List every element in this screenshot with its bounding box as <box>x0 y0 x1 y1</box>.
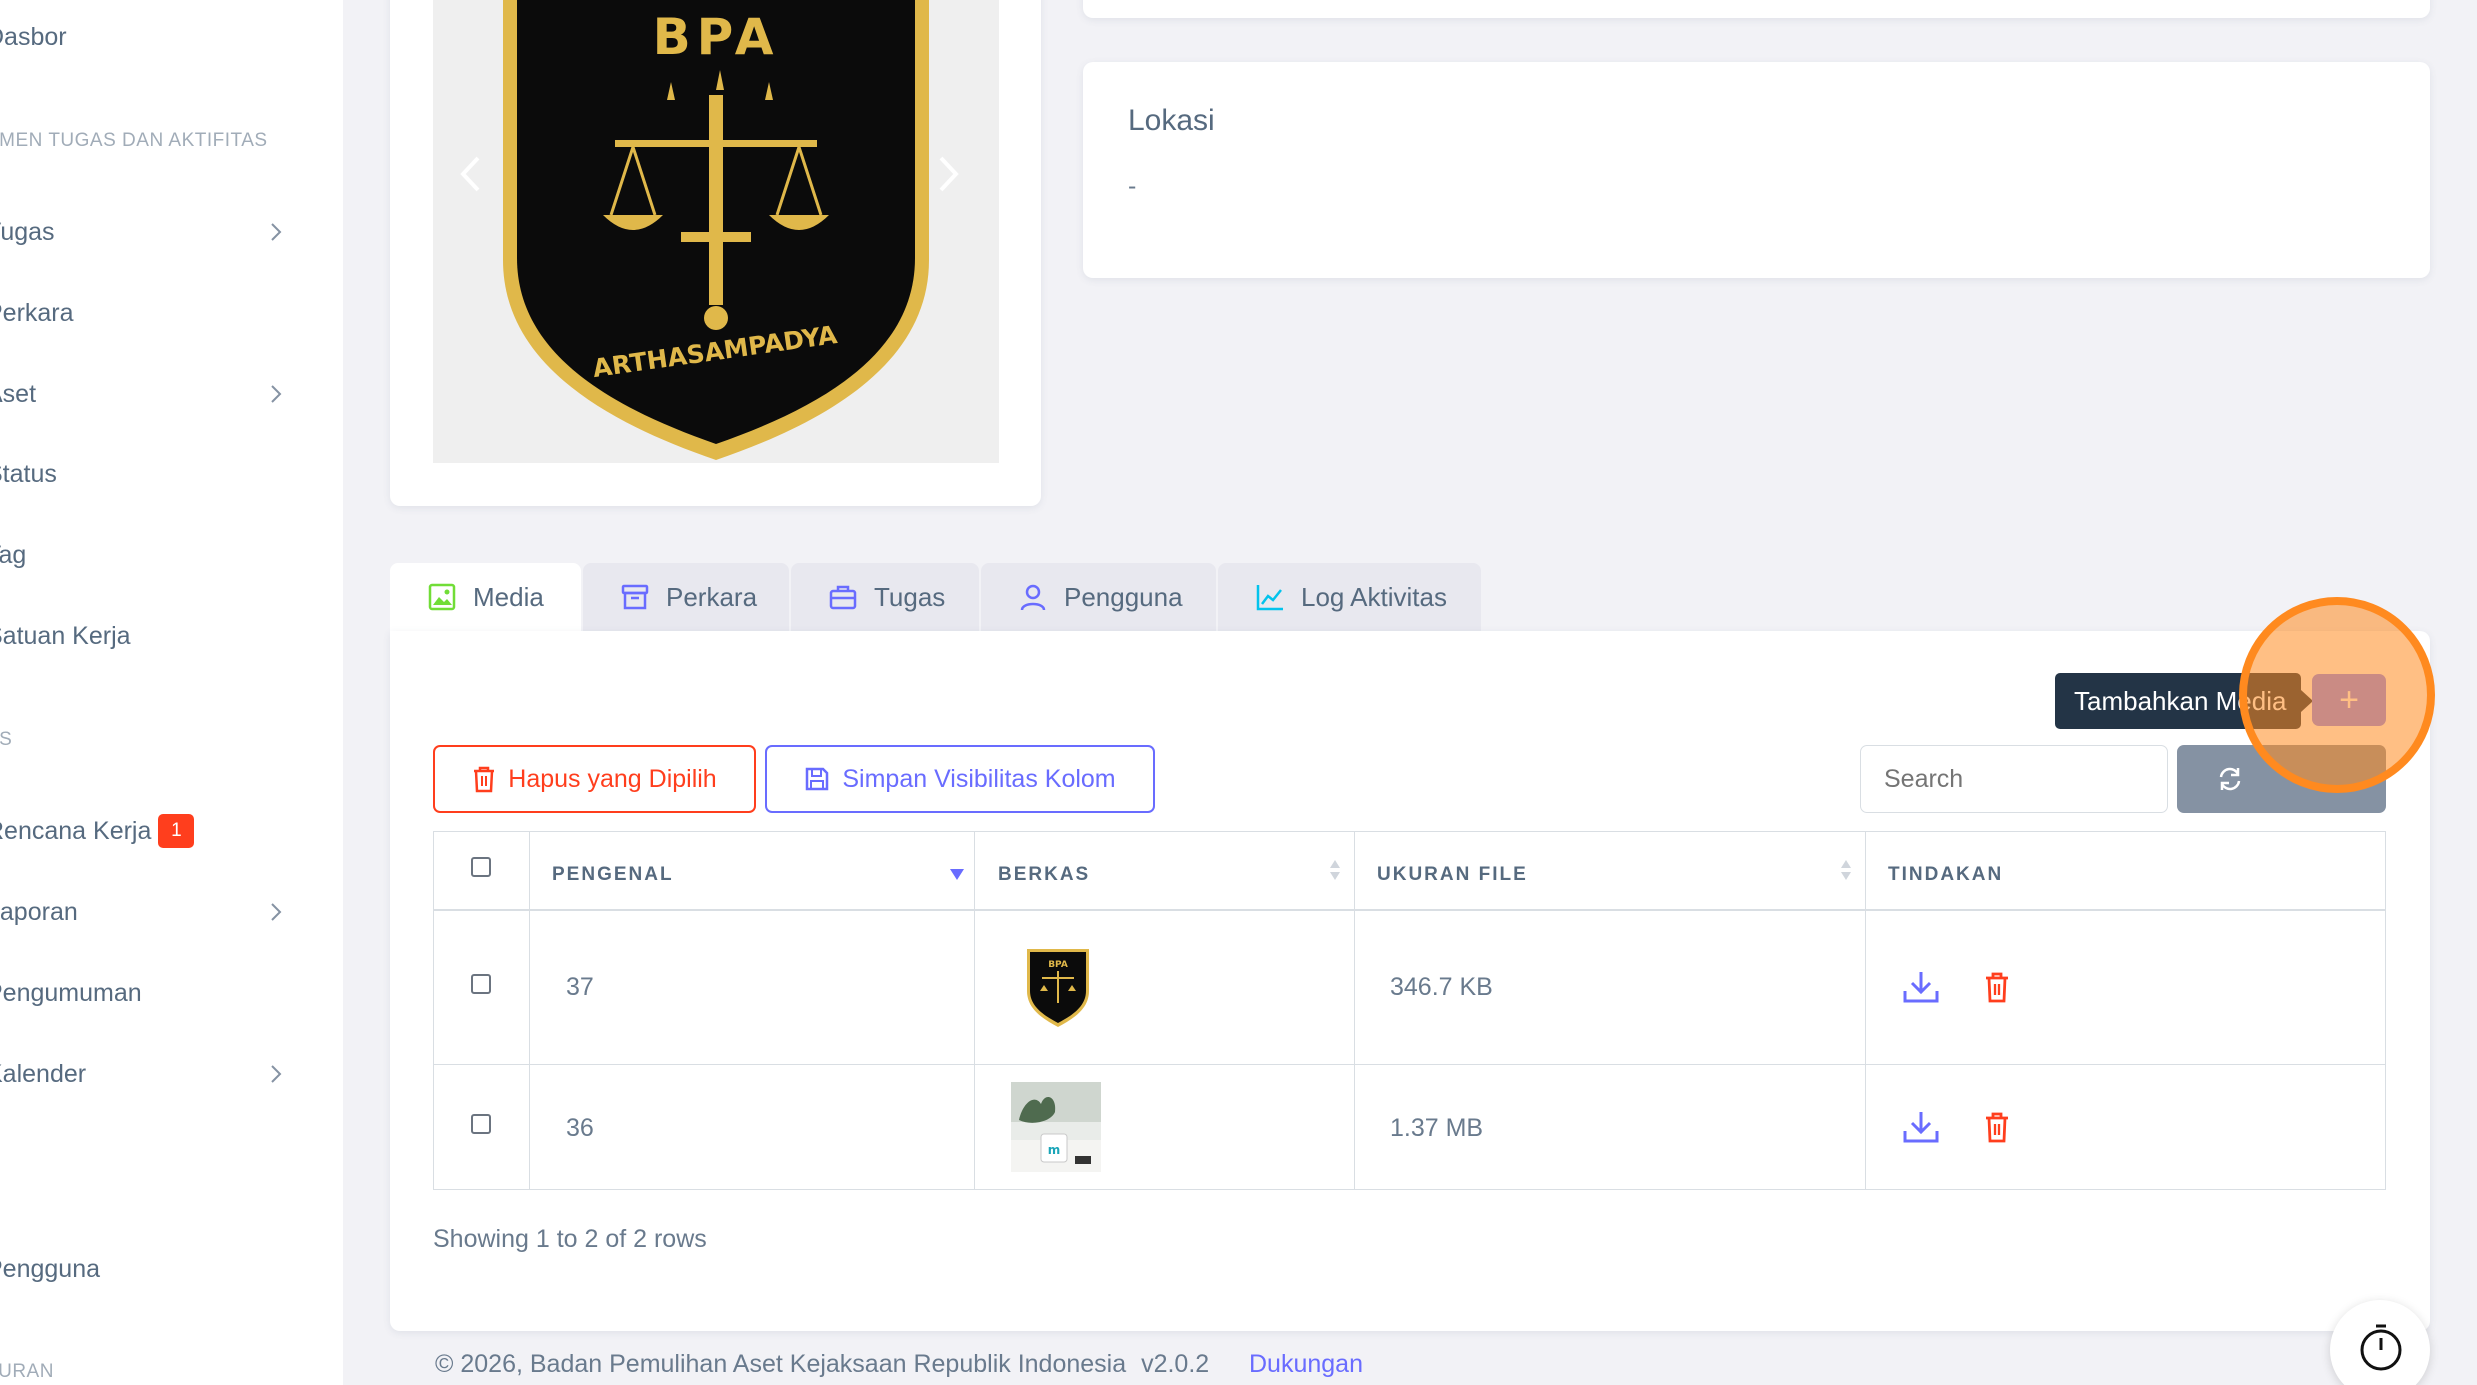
trash-icon <box>474 766 495 793</box>
column-header-tindakan: TINDAKAN <box>1888 864 2004 885</box>
sidebar-item-pengguna[interactable]: Pengguna <box>0 1239 306 1299</box>
chart-line-icon <box>1256 585 1283 611</box>
bpa-logo: BPA ARTHASAMPADYA <box>503 0 929 460</box>
sidebar-item-status[interactable]: Status <box>0 444 306 504</box>
info-card <box>1083 0 2430 18</box>
chevron-right-icon <box>271 903 282 921</box>
sidebar-item-pengumuman[interactable]: Pengumuman <box>0 963 306 1023</box>
row-checkbox[interactable] <box>471 974 491 994</box>
delete-selected-button[interactable]: Hapus yang Dipilih <box>433 745 756 813</box>
select-all-checkbox[interactable] <box>471 857 491 877</box>
sidebar-section-header: AS <box>0 729 13 750</box>
chevron-right-icon <box>271 385 282 403</box>
location-card: Lokasi - <box>1083 62 2430 278</box>
tab-log-aktivitas[interactable]: Log Aktivitas <box>1218 563 1481 631</box>
row-file-size: 1.37 MB <box>1390 1114 1484 1142</box>
sort-icon[interactable] <box>1328 857 1342 883</box>
image-icon <box>428 583 456 611</box>
footer-support-link[interactable]: Dukungan <box>1249 1350 1363 1379</box>
chevron-right-icon <box>271 223 282 241</box>
file-thumbnail-photo[interactable]: m <box>1011 1082 1101 1172</box>
column-header-berkas[interactable]: BERKAS <box>998 864 1090 886</box>
carousel-prev-icon[interactable] <box>458 155 482 193</box>
footer-copyright: © 2026, Badan Pemulihan Aset Kejaksaan R… <box>435 1350 1210 1378</box>
column-header-pengenal[interactable]: PENGENAL <box>552 864 674 886</box>
sidebar-item-satuan-kerja[interactable]: Satuan Kerja <box>0 606 306 666</box>
row-checkbox[interactable] <box>471 1114 491 1134</box>
archive-icon <box>621 584 649 610</box>
tab-perkara[interactable]: Perkara <box>583 563 789 631</box>
location-value: - <box>1128 172 1137 200</box>
sidebar-item-tugas[interactable]: Tugas <box>0 202 306 262</box>
svg-text:m: m <box>1048 1143 1061 1157</box>
sidebar-item-rencana-kerja[interactable]: Rencana Kerja 1 <box>0 801 306 861</box>
user-icon <box>1020 584 1046 611</box>
media-table: PENGENAL BERKAS UKURAN FILE TINDAKAN 37 … <box>433 831 2386 1190</box>
sort-desc-icon[interactable] <box>949 867 965 881</box>
tab-media[interactable]: Media <box>390 563 581 631</box>
delete-icon[interactable] <box>1984 1111 2010 1143</box>
pagination-info: Showing 1 to 2 of 2 rows <box>433 1225 707 1253</box>
media-carousel-card: BPA ARTHASAMPADYA <box>390 0 1041 506</box>
sidebar-item-tag[interactable]: Tag <box>0 525 306 585</box>
footer-version: v2.0.2 <box>1141 1350 1210 1378</box>
refresh-icon <box>2219 767 2241 791</box>
sidebar-item-laporan[interactable]: Laporan <box>0 882 306 942</box>
save-column-visibility-button[interactable]: Simpan Visibilitas Kolom <box>765 745 1155 813</box>
logo-top-text: BPA <box>653 8 780 66</box>
save-icon <box>806 767 829 791</box>
stopwatch-icon <box>2360 1324 2402 1371</box>
download-icon[interactable] <box>1901 1109 1941 1145</box>
location-title: Lokasi <box>1128 104 1215 137</box>
download-icon[interactable] <box>1901 969 1941 1005</box>
sidebar-section-header: TURAN <box>0 1361 54 1382</box>
sidebar-item-perkara[interactable]: Perkara <box>0 283 306 343</box>
search-input[interactable] <box>1860 745 2168 813</box>
briefcase-icon <box>829 585 857 610</box>
notification-badge: 1 <box>158 814 195 848</box>
sidebar: Dasbor EMEN TUGAS DAN AKTIFITAS Tugas Pe… <box>0 0 343 1385</box>
tab-tugas[interactable]: Tugas <box>791 563 979 631</box>
svg-text:BPA: BPA <box>1048 960 1068 970</box>
row-file-size: 346.7 KB <box>1390 973 1493 1001</box>
sidebar-item-aset[interactable]: Aset <box>0 364 306 424</box>
row-id: 37 <box>566 973 594 1001</box>
sidebar-section-header: EMEN TUGAS DAN AKTIFITAS <box>0 130 268 151</box>
click-highlight-circle <box>2239 597 2435 793</box>
carousel-next-icon[interactable] <box>937 155 961 193</box>
column-header-ukuran-file[interactable]: UKURAN FILE <box>1377 864 1528 886</box>
tab-pengguna[interactable]: Pengguna <box>981 563 1216 631</box>
file-thumbnail-logo[interactable]: BPA <box>1023 947 1093 1029</box>
chevron-right-icon <box>271 1065 282 1083</box>
carousel-image: BPA ARTHASAMPADYA <box>433 0 999 463</box>
sidebar-item-dasbor[interactable]: Dasbor <box>0 7 306 67</box>
row-id: 36 <box>566 1114 594 1142</box>
delete-icon[interactable] <box>1984 971 2010 1003</box>
sort-icon[interactable] <box>1839 857 1853 883</box>
sidebar-item-kalender[interactable]: Kalender <box>0 1044 306 1104</box>
